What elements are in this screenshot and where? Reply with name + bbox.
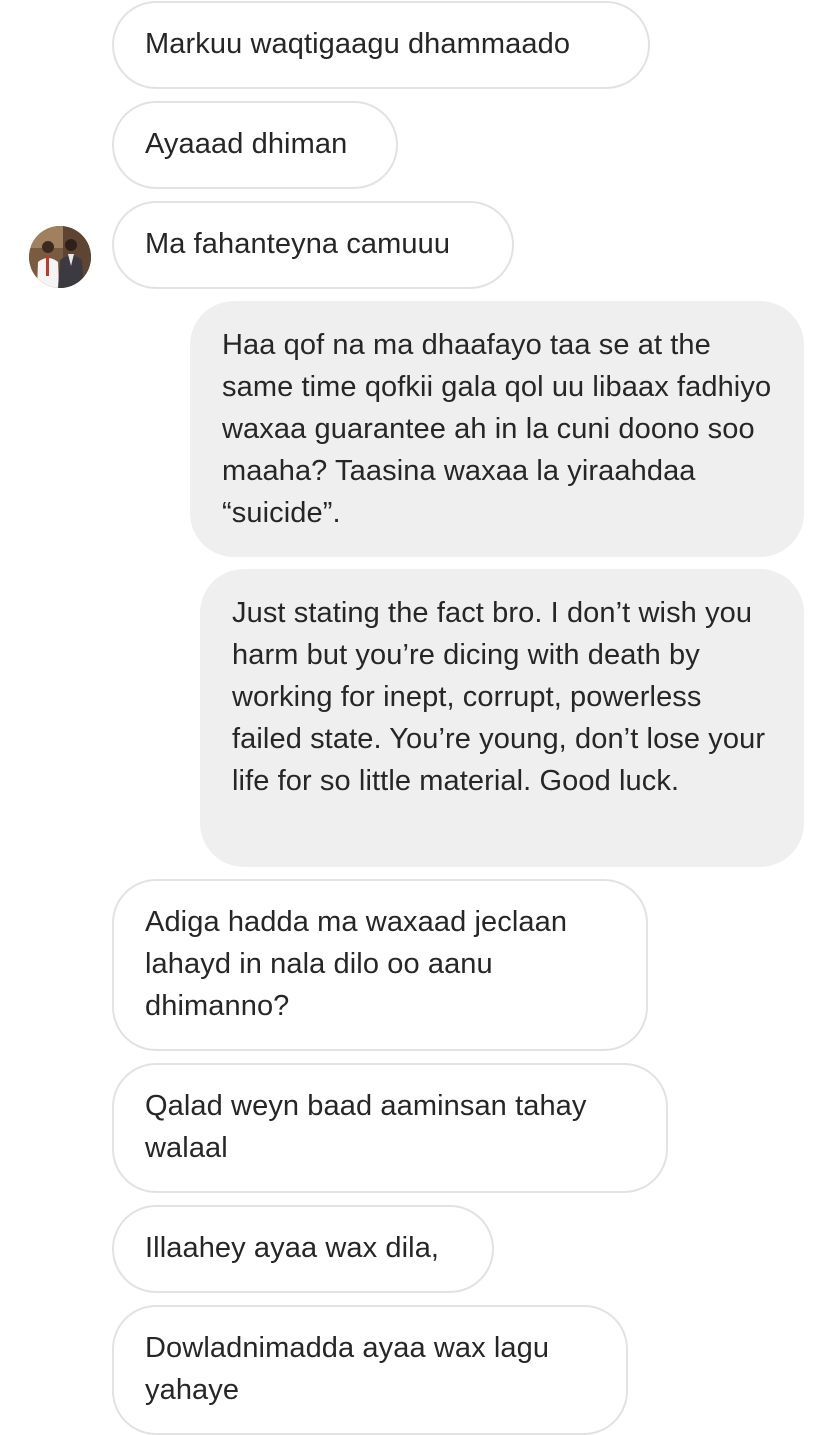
message-text: Ma fahanteyna camuuu [145,228,451,260]
message-bubble-received[interactable]: Ma fahanteyna camuuu [112,201,514,289]
message-text: Dowladnimadda ayaa wax lagu yahaye [145,1332,550,1406]
message-bubble-sent[interactable]: Haa qof na ma dhaafayo taa se at the sam… [190,301,804,557]
message-text: Markuu waqtigaagu dhammaado [145,28,571,60]
message-bubble-received[interactable]: Ayaaad dhiman [112,101,398,189]
message-bubble-received[interactable]: Adiga hadda ma waxaad jeclaan lahayd in … [112,879,648,1051]
contact-avatar[interactable] [29,226,91,288]
message-bubble-received[interactable]: Markuu waqtigaagu dhammaado [112,1,650,89]
message-bubble-received[interactable]: Illaahey ayaa wax dila, [112,1205,494,1293]
message-bubble-received[interactable]: Qalad weyn baad aaminsan tahay walaal [112,1063,668,1193]
message-bubble-sent[interactable]: Just stating the fact bro. I don’t wish … [200,569,804,867]
message-text: Qalad weyn baad aaminsan tahay walaal [145,1090,587,1164]
message-bubble-received[interactable]: Dowladnimadda ayaa wax lagu yahaye [112,1305,628,1435]
avatar-photo-icon [29,226,91,288]
message-text: Adiga hadda ma waxaad jeclaan lahayd in … [145,906,568,1022]
message-text: Ayaaad dhiman [145,128,348,160]
message-text: Just stating the fact bro. I don’t wish … [232,597,766,797]
message-text: Haa qof na ma dhaafayo taa se at the sam… [222,329,772,529]
message-text: Illaahey ayaa wax dila, [145,1232,440,1264]
